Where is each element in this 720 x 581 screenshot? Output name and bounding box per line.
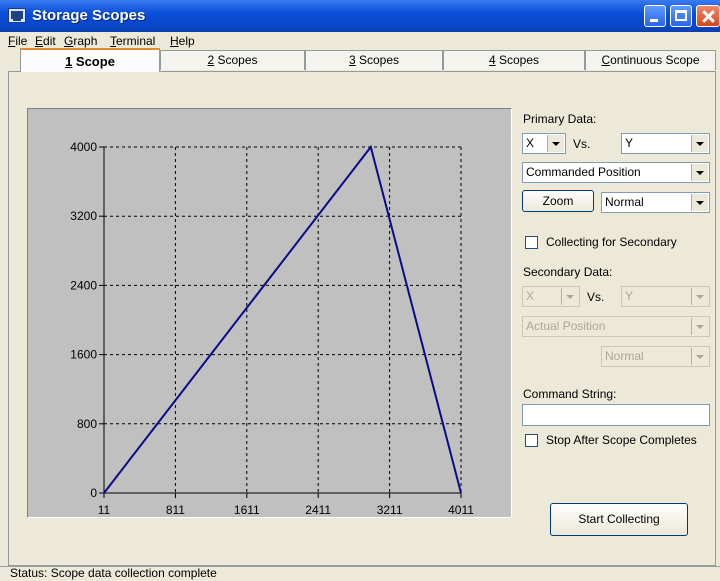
y-tick-label: 3200 bbox=[70, 209, 97, 223]
tab-4-scopes[interactable]: 4 Scopes bbox=[443, 50, 585, 70]
secondary-x-value: X bbox=[526, 289, 535, 303]
start-collecting-button[interactable]: Start Collecting bbox=[550, 503, 688, 536]
secondary-data-label: Secondary Data: bbox=[523, 265, 613, 279]
scope-chart: 11 811 1611 2411 3211 4011 0 800 1600 2400 3200 400… bbox=[70, 140, 474, 517]
collecting-secondary-checkbox[interactable] bbox=[525, 236, 538, 249]
maximize-button[interactable] bbox=[670, 5, 692, 27]
secondary-y-select[interactable]: Y bbox=[621, 286, 710, 307]
tab-3-scopes[interactable]: 3 Scopes bbox=[305, 50, 443, 70]
x-tick-label: 2411 bbox=[305, 503, 331, 517]
tab-2-scopes[interactable]: 2 Scopes bbox=[160, 50, 305, 70]
primary-x-select[interactable]: X bbox=[522, 133, 566, 154]
x-tick-label: 4011 bbox=[448, 503, 474, 517]
scope-plot: 11 811 1611 2411 3211 4011 0 800 1600 2400 3200 400… bbox=[27, 108, 512, 518]
x-tick-label: 3211 bbox=[377, 503, 403, 517]
collecting-secondary-label: Collecting for Secondary bbox=[546, 235, 677, 249]
menu-help-label: elp bbox=[178, 34, 195, 48]
tab-3-scopes-label: Scopes bbox=[355, 53, 400, 67]
menu-file-label: ile bbox=[15, 34, 28, 48]
chevron-down-icon bbox=[691, 135, 708, 152]
secondary-zoom-select[interactable]: Normal bbox=[601, 346, 710, 367]
primary-y-value: Y bbox=[625, 136, 634, 150]
command-string-input[interactable] bbox=[522, 404, 710, 426]
menu-edit-mnemonic: E bbox=[35, 34, 44, 48]
primary-vs-label: Vs. bbox=[573, 137, 591, 151]
primary-signal-value: Commanded Position bbox=[526, 165, 641, 179]
primary-x-value: X bbox=[526, 136, 535, 150]
x-tick-label: 811 bbox=[166, 503, 185, 517]
menu-edit[interactable]: Edit bbox=[35, 34, 56, 48]
tab-3-scopes-mnemonic: 3 bbox=[348, 53, 356, 67]
app-icon bbox=[8, 8, 26, 23]
menu-graph-label: raph bbox=[73, 34, 98, 48]
y-tick-label: 4000 bbox=[70, 140, 97, 154]
primary-y-select[interactable]: Y bbox=[621, 133, 710, 154]
stop-after-label: Stop After Scope Completes bbox=[546, 433, 697, 447]
chevron-down-icon bbox=[691, 164, 708, 181]
menu-graph[interactable]: Graph bbox=[64, 34, 97, 48]
menu-help[interactable]: Help bbox=[170, 34, 195, 48]
tab-4-scopes-label: Scopes bbox=[495, 53, 540, 67]
menu-graph-mnemonic: G bbox=[64, 34, 74, 48]
minimize-button[interactable] bbox=[644, 5, 666, 27]
tab-1-scope-label: Scope bbox=[72, 54, 115, 69]
menu-terminal[interactable]: Terminal bbox=[110, 34, 155, 48]
tab-continuous-scope-label: ontinuous Scope bbox=[610, 53, 700, 67]
x-tick-label: 1611 bbox=[234, 503, 260, 517]
chevron-down-icon bbox=[561, 288, 578, 305]
primary-data-label: Primary Data: bbox=[523, 112, 597, 126]
menu-file[interactable]: File bbox=[8, 34, 27, 48]
primary-signal-select[interactable]: Commanded Position bbox=[522, 162, 710, 183]
menu-help-mnemonic: H bbox=[170, 34, 179, 48]
y-tick-label: 1600 bbox=[70, 348, 97, 362]
primary-zoom-select[interactable]: Normal bbox=[601, 192, 710, 213]
secondary-vs-label: Vs. bbox=[587, 290, 605, 304]
chevron-down-icon bbox=[691, 318, 708, 335]
chevron-down-icon bbox=[691, 288, 708, 305]
secondary-signal-select[interactable]: Actual Position bbox=[522, 316, 710, 337]
window-title: Storage Scopes bbox=[32, 7, 146, 24]
y-tick-label: 800 bbox=[77, 417, 97, 431]
zoom-button[interactable]: Zoom bbox=[522, 190, 594, 212]
tab-4-scopes-mnemonic: 4 bbox=[488, 53, 496, 67]
secondary-zoom-value: Normal bbox=[605, 349, 644, 363]
series-line bbox=[103, 144, 462, 494]
secondary-signal-value: Actual Position bbox=[526, 319, 606, 333]
tab-continuous-scope[interactable]: Continuous Scope bbox=[585, 50, 716, 70]
status-bar: Status: Scope data collection complete bbox=[0, 566, 720, 581]
tab-1-scope[interactable]: 1 Scope bbox=[20, 48, 160, 72]
title-bar[interactable]: Storage Scopes bbox=[0, 0, 720, 32]
chevron-down-icon bbox=[547, 135, 564, 152]
chevron-down-icon bbox=[691, 348, 708, 365]
status-text: Status: Scope data collection complete bbox=[10, 566, 217, 580]
chevron-down-icon bbox=[691, 194, 708, 211]
y-tick-label: 2400 bbox=[70, 278, 97, 292]
stop-after-checkbox[interactable] bbox=[525, 434, 538, 447]
x-tick-label: 11 bbox=[98, 503, 111, 517]
command-string-label: Command String: bbox=[523, 387, 617, 401]
close-button[interactable] bbox=[696, 5, 720, 27]
secondary-y-value: Y bbox=[625, 289, 634, 303]
y-tick-label: 0 bbox=[90, 486, 97, 500]
primary-zoom-value: Normal bbox=[605, 195, 644, 209]
tab-continuous-scope-mnemonic: C bbox=[601, 53, 611, 67]
secondary-x-select[interactable]: X bbox=[522, 286, 580, 307]
menu-edit-label: dit bbox=[43, 34, 56, 48]
menu-terminal-label: erminal bbox=[116, 34, 156, 48]
tab-2-scopes-label: Scopes bbox=[214, 53, 258, 67]
